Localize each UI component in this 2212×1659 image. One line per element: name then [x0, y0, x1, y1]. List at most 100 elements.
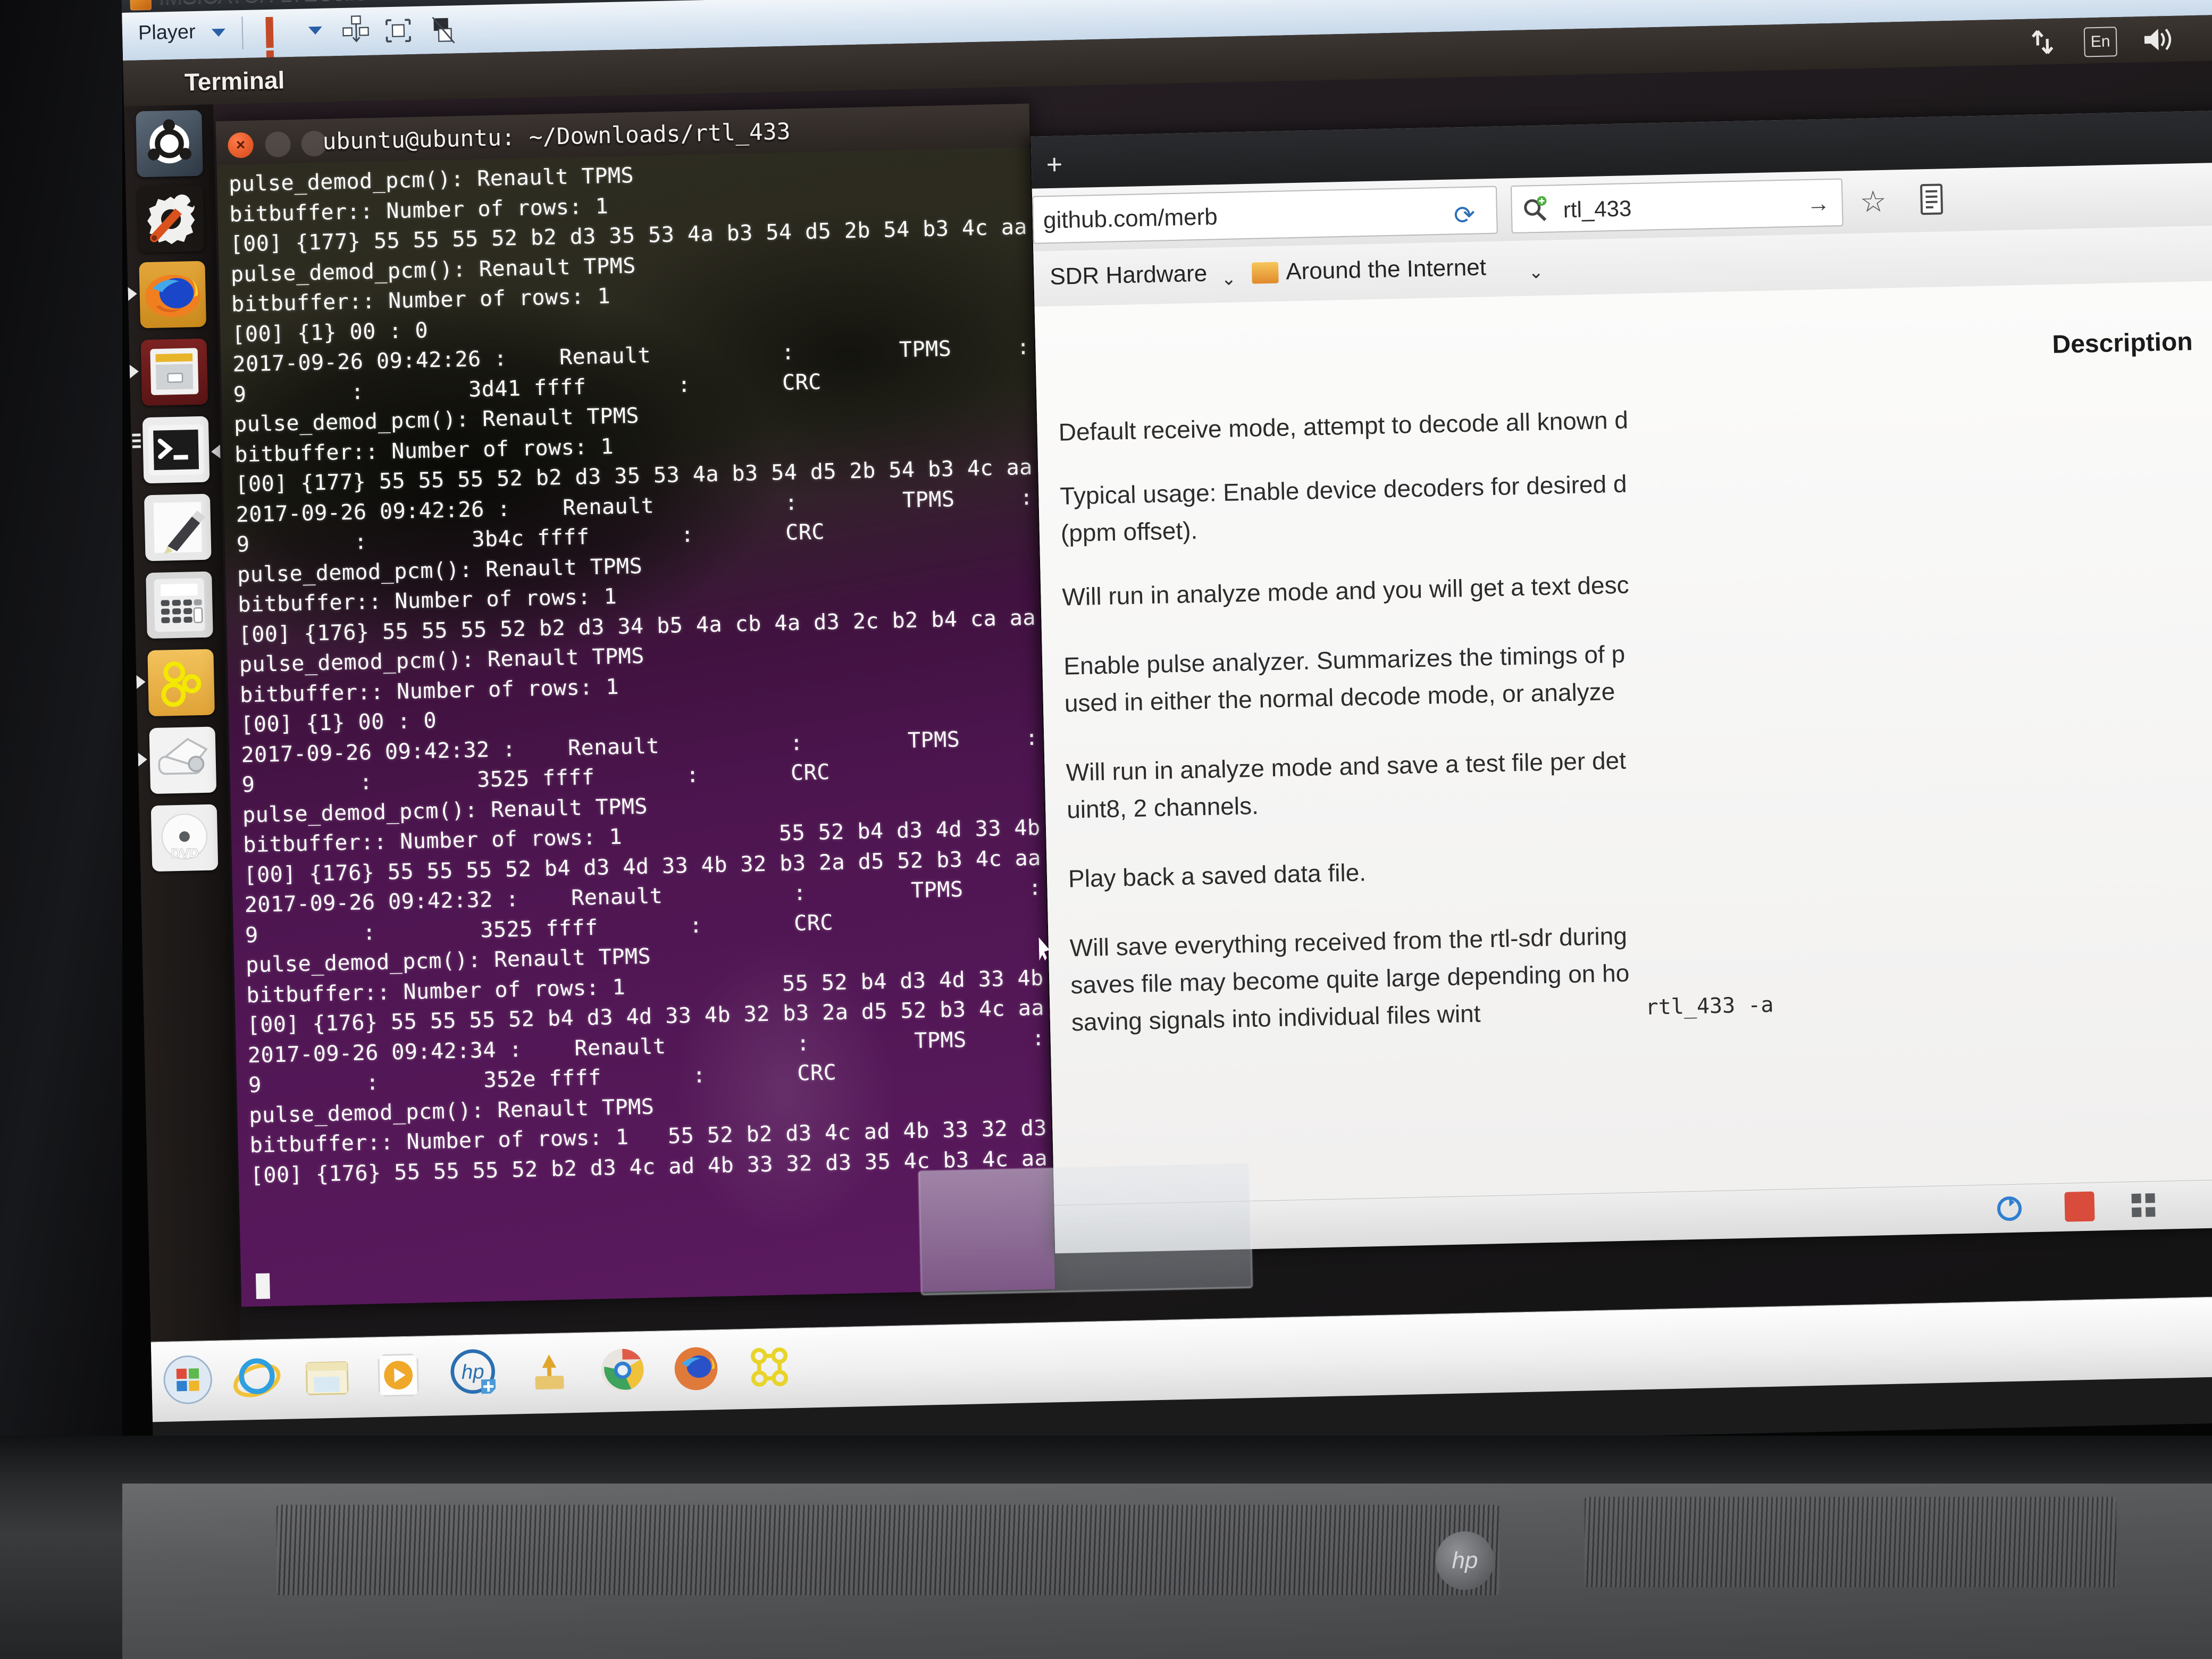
terminal-title: ubuntu@ubuntu: ~/Downloads/rtl_433 — [322, 118, 791, 155]
sidebar-item-text-editor[interactable] — [144, 493, 212, 562]
reload-icon[interactable]: ⟳ — [1453, 200, 1475, 231]
volume-icon[interactable] — [2141, 23, 2175, 56]
search-value: rtl_433 — [1563, 196, 1632, 222]
sidebar-item-amazon[interactable] — [147, 649, 215, 717]
internet-explorer-icon[interactable] — [231, 1352, 283, 1404]
table-cell-description: saving signals into individual files win… — [1071, 999, 1481, 1036]
table-cell-description: (ppm offset). — [1060, 516, 1198, 547]
table-cell-description: Typical usage: Enable device decoders fo… — [1059, 470, 1628, 510]
launcher-pip-printers — [138, 752, 148, 767]
terminal-line: [00] {1} 00 : 0 — [231, 318, 429, 347]
launcher-focused-bars — [132, 433, 141, 451]
launcher-focus-pip-right — [211, 445, 221, 459]
table-cell-description: Play back a saved data file. — [1068, 858, 1367, 893]
sidebar-item-dvd[interactable]: DVD — [150, 804, 219, 872]
close-icon[interactable]: × — [228, 132, 254, 158]
table-cell-description: Will run in analyze mode and save a test… — [1066, 746, 1627, 786]
firefox-window[interactable]: + github.com/merb ⟳ rtl_433 → ☆ SDR Hard… — [1030, 110, 2212, 1362]
chevron-down-icon-2[interactable]: ⌄ — [1528, 262, 1544, 283]
url-text: github.com/merb — [1043, 204, 1218, 234]
terminal-line: pulse_demod_pcm(): Renault TPMS — [242, 794, 648, 827]
laptop-bezel-left — [0, 0, 122, 1659]
pause-button[interactable] — [265, 16, 290, 82]
sync-icon[interactable] — [1993, 1193, 2025, 1224]
calculator-icon — [154, 578, 205, 632]
terminal-output[interactable]: pulse_demod_pcm(): Renault TPMS bitbuffer… — [216, 147, 1055, 1307]
send-ctrl-alt-del-icon[interactable] — [428, 13, 459, 46]
table-cell-description: Will run in analyze mode and you will ge… — [1061, 571, 1630, 611]
start-orb-icon[interactable] — [162, 1354, 214, 1406]
hp-logo: hp — [1436, 1531, 1494, 1590]
sidebar-item-ubuntu-dash[interactable] — [136, 110, 203, 178]
laptop-speaker-grille-right — [1585, 1497, 2116, 1587]
laptop-speaker-grille-left — [276, 1505, 1499, 1595]
table-cell-description: uint8, 2 channels. — [1066, 791, 1259, 824]
vmware-player-menu[interactable]: Player — [138, 21, 196, 45]
ubuntu-desktop: Terminal En DVD × ubuntu@ubuntu: ~/Downl… — [123, 14, 2212, 1411]
search-bar[interactable]: rtl_433 → — [1510, 178, 1844, 234]
ubuntu-dash-icon — [148, 119, 191, 164]
printer-icon[interactable] — [523, 1346, 575, 1398]
bookmark-around-the-internet[interactable]: Around the Internet — [1286, 254, 1487, 285]
terminal-window[interactable]: × ubuntu@ubuntu: ~/Downloads/rtl_433 pul… — [215, 103, 1055, 1307]
folder-icon — [1251, 262, 1279, 284]
system-settings-icon — [147, 194, 195, 245]
terminal-line: pulse_demod_pcm(): Renault TPMS — [245, 944, 651, 978]
unity-mode-icon[interactable] — [340, 15, 371, 48]
printers-icon — [158, 738, 208, 775]
terminal-line: 9 : 3525 ffff : CRC — [241, 760, 831, 798]
terminal-line: pulse_demod_pcm(): Renault TPMS — [228, 163, 634, 197]
laptop-screen: IMSICATCH LTECellScan BTLENRF24 MBUS FSK… — [121, 0, 2212, 1469]
network-icon[interactable] — [2026, 26, 2059, 58]
table-cell-description: saves file may become quite large depend… — [1070, 959, 1630, 999]
table-cell-description: used in either the normal decode mode, o… — [1064, 677, 1615, 717]
star-icon[interactable]: ☆ — [1859, 184, 1887, 220]
keyboard-layout-indicator[interactable]: En — [2083, 27, 2117, 57]
file-explorer-icon[interactable] — [301, 1351, 353, 1403]
laptop-photo: IMSICATCH LTECellScan BTLENRF24 MBUS FSK… — [0, 0, 2212, 1659]
sidebar-item-calculator[interactable] — [146, 571, 213, 639]
table-cell-description: Enable pulse analyzer. Summarizes the ti… — [1063, 640, 1626, 680]
table-column-header-description: Description — [2051, 328, 2193, 359]
terminal-line: pulse_demod_pcm(): Renault TPMS — [230, 253, 636, 287]
sidebar-item-files[interactable] — [140, 338, 208, 406]
bookmark-sdr-hardware[interactable]: SDR Hardware — [1050, 261, 1208, 290]
firefox-icon — [145, 274, 200, 317]
firefox-taskbar-icon[interactable] — [670, 1343, 722, 1395]
table-cell-description: Will save everything received from the r… — [1069, 921, 1628, 962]
panel-app-title: Terminal — [184, 66, 285, 96]
adblock-icon[interactable] — [2064, 1191, 2095, 1222]
terminal-line: bitbuffer:: Number of rows: 1 — [239, 674, 619, 707]
launcher-running-pip — [128, 287, 137, 301]
vmware-app-icon — [130, 0, 152, 11]
new-tab-icon[interactable]: + — [1046, 148, 1063, 181]
toolbar-divider — [241, 16, 244, 50]
text-editor-icon — [153, 501, 205, 555]
table-cell-description: rtl_433 -a — [1645, 992, 1774, 1020]
chevron-down-icon[interactable]: ⌄ — [1221, 268, 1236, 290]
reader-mode-icon[interactable] — [1917, 182, 1946, 216]
terminal-icon — [148, 424, 205, 476]
grid-icon[interactable] — [2128, 1190, 2158, 1220]
dvd-icon: DVD — [161, 813, 208, 861]
files-icon — [150, 348, 199, 395]
sidebar-item-terminal[interactable] — [142, 416, 210, 484]
fullscreen-icon[interactable] — [382, 14, 414, 47]
go-arrow-icon[interactable]: → — [1806, 190, 1830, 217]
sidebar-item-system-settings[interactable] — [137, 185, 205, 253]
sidebar-item-firefox[interactable] — [139, 261, 207, 329]
chevron-down-icon[interactable] — [211, 28, 226, 37]
minimize-icon[interactable] — [265, 131, 291, 158]
network-taskbar-icon[interactable] — [743, 1341, 795, 1393]
media-player-icon[interactable] — [372, 1349, 424, 1401]
svg-text:DVD: DVD — [171, 846, 199, 861]
sidebar-item-printers[interactable] — [149, 726, 217, 794]
hp-icon[interactable]: hp — [449, 1347, 501, 1400]
pause-dropdown-icon[interactable] — [308, 26, 323, 35]
table-cell-description: Default receive mode, attempt to decode … — [1058, 406, 1629, 446]
terminal-cursor — [255, 1273, 270, 1300]
chrome-icon[interactable] — [597, 1344, 649, 1396]
url-bar[interactable]: github.com/merb ⟳ — [1032, 186, 1498, 244]
terminal-line: pulse_demod_pcm(): Renault TPMS — [248, 1094, 655, 1128]
firefox-page-content: Description Default receive mode, attemp… — [1034, 280, 2212, 1362]
